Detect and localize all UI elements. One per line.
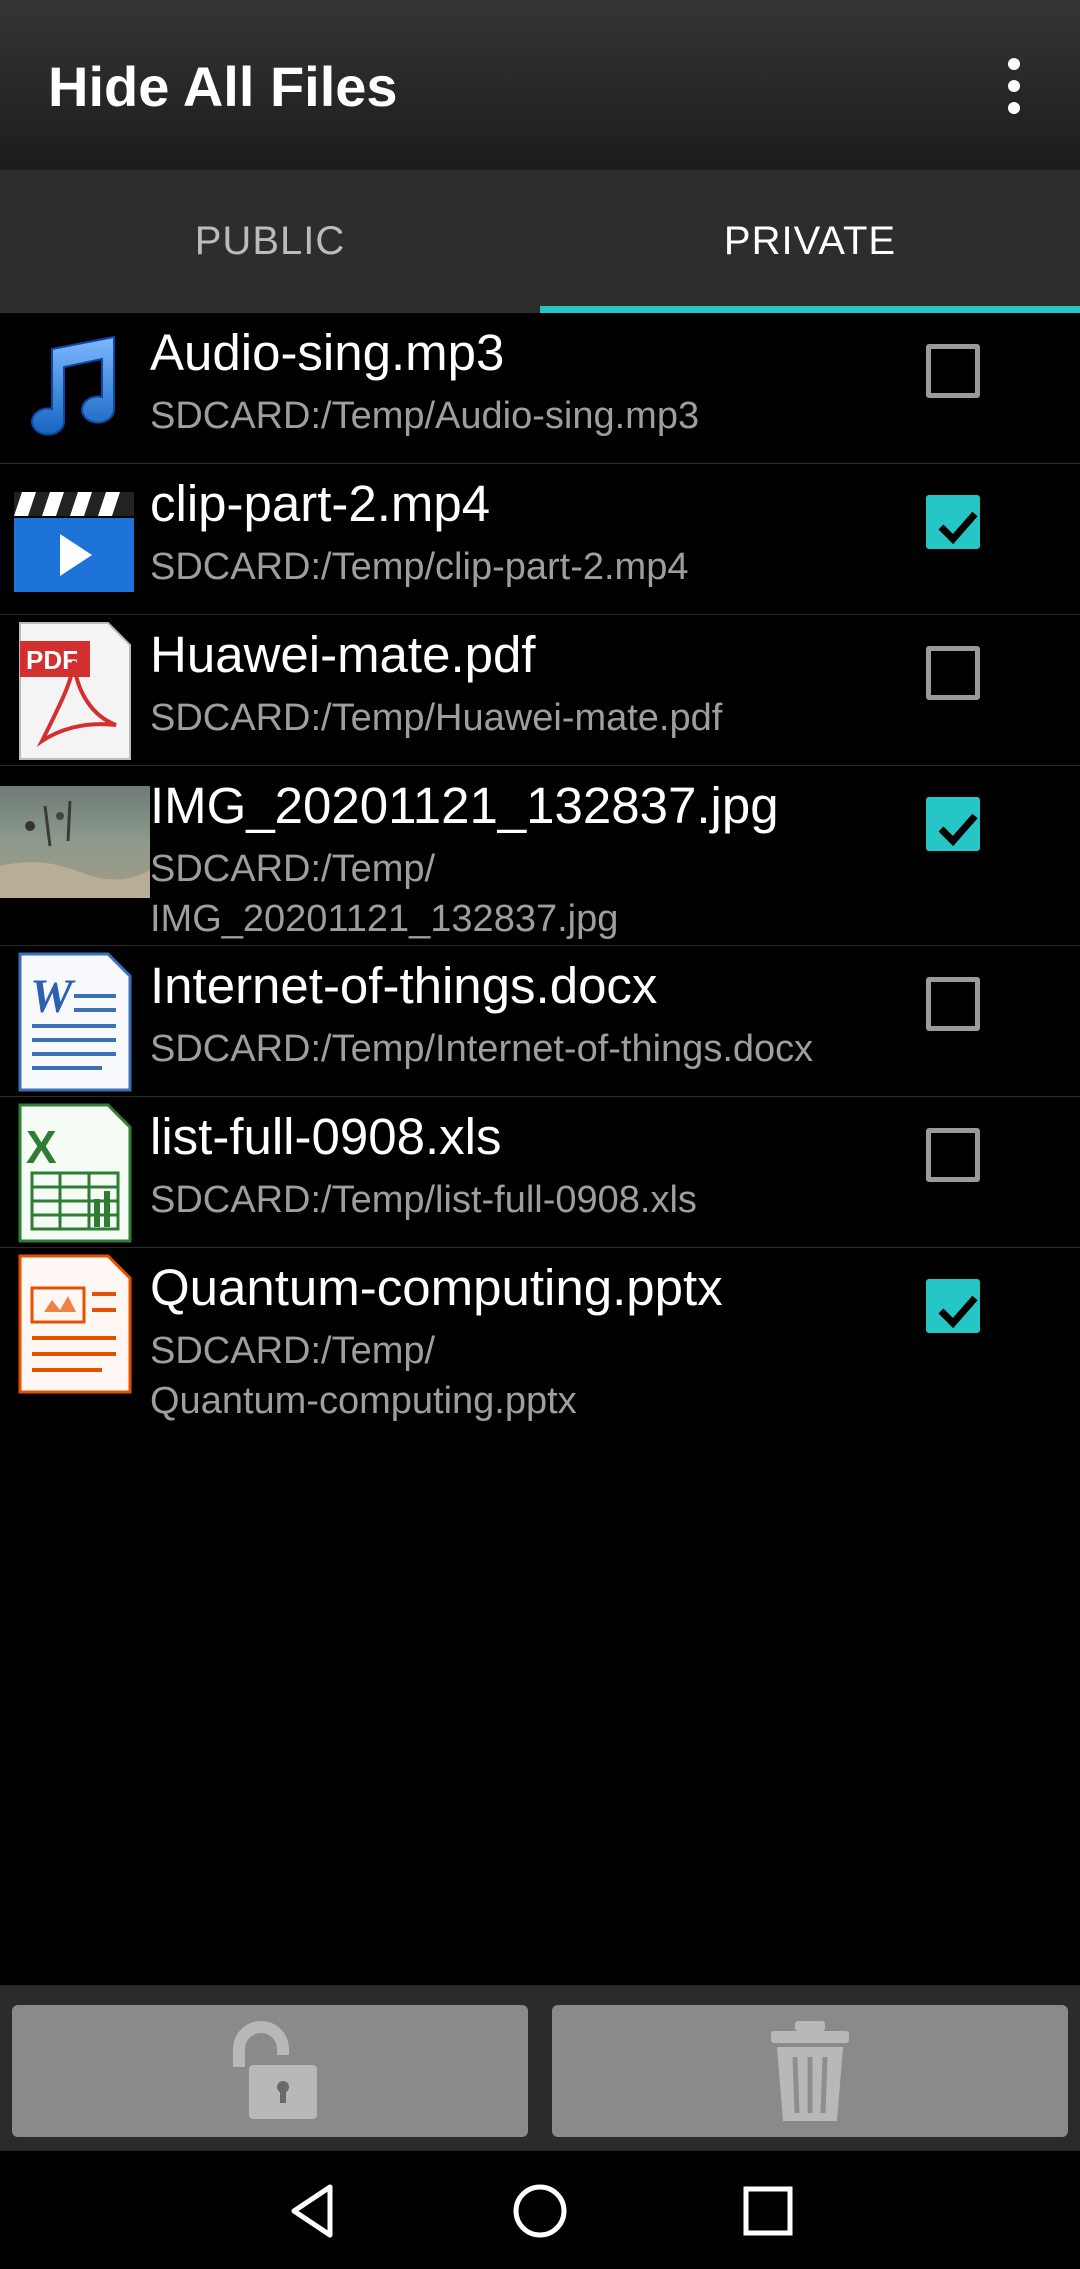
file-path: SDCARD:/Temp/Internet-of-things.docx <box>150 1028 814 1070</box>
file-name: Quantum-computing.pptx <box>150 1259 723 1316</box>
file-name: Internet-of-things.docx <box>150 957 658 1014</box>
file-path: SDCARD:/Temp/Huawei-mate.pdf <box>150 697 723 739</box>
file-list: Audio-sing.mp3 SDCARD:/Temp/Audio-sing.m… <box>0 313 1080 1428</box>
file-row[interactable]: Audio-sing.mp3 SDCARD:/Temp/Audio-sing.m… <box>0 313 1080 464</box>
pdf-file-icon: PDF <box>12 621 136 760</box>
file-name: Audio-sing.mp3 <box>150 324 505 381</box>
file-name: list-full-0908.xls <box>150 1108 502 1165</box>
file-name: Huawei-mate.pdf <box>150 626 536 683</box>
tab-bar: PUBLIC PRIVATE <box>0 170 1080 313</box>
image-thumbnail <box>0 786 150 898</box>
svg-text:X: X <box>26 1121 57 1173</box>
app-title: Hide All Files <box>48 55 398 118</box>
home-icon[interactable] <box>510 2181 570 2241</box>
delete-button[interactable] <box>552 2005 1068 2137</box>
powerpoint-icon <box>12 1254 136 1394</box>
file-path: SDCARD:/Temp/Audio-sing.mp3 <box>150 395 700 437</box>
unhide-button[interactable] <box>12 2005 528 2137</box>
unlock-icon <box>233 2021 317 2119</box>
file-checkbox[interactable] <box>926 495 980 549</box>
file-checkbox[interactable] <box>926 1128 980 1182</box>
music-note-icon <box>12 327 136 451</box>
file-name: clip-part-2.mp4 <box>150 475 491 532</box>
svg-text:W: W <box>30 970 76 1023</box>
file-row[interactable]: PDF Huawei-mate.pdf SDCARD:/Temp/Huawei-… <box>0 615 1080 766</box>
svg-text:PDF: PDF <box>26 645 78 675</box>
system-nav-bar <box>0 2151 1080 2269</box>
file-checkbox[interactable] <box>926 977 980 1031</box>
file-row[interactable]: W Internet-of-things.docx SDCARD:/Temp/I… <box>0 946 1080 1097</box>
file-row[interactable]: Quantum-computing.pptx SDCARD:/Temp/ Qua… <box>0 1248 1080 1428</box>
app-bar: Hide All Files <box>0 0 1080 170</box>
file-checkbox[interactable] <box>926 344 980 398</box>
tab-private[interactable]: PRIVATE <box>540 170 1080 313</box>
file-path: SDCARD:/Temp/list-full-0908.xls <box>150 1179 697 1221</box>
file-checkbox[interactable] <box>926 646 980 700</box>
word-doc-icon: W <box>12 952 136 1092</box>
file-path: SDCARD:/Temp/clip-part-2.mp4 <box>150 546 689 588</box>
file-row[interactable]: IMG_20201121_132837.jpg SDCARD:/Temp/ IM… <box>0 766 1080 946</box>
file-path: SDCARD:/Temp/ Quantum-computing.pptx <box>150 1330 577 1422</box>
file-checkbox[interactable] <box>926 797 980 851</box>
file-row[interactable]: X list-full-0908.xls SDCARD:/Temp/list-f… <box>0 1097 1080 1248</box>
action-bar <box>0 1985 1080 2151</box>
file-row[interactable]: clip-part-2.mp4 SDCARD:/Temp/clip-part-2… <box>0 464 1080 615</box>
excel-sheet-icon: X <box>12 1103 136 1243</box>
file-name: IMG_20201121_132837.jpg <box>150 777 779 834</box>
file-path: SDCARD:/Temp/ IMG_20201121_132837.jpg <box>150 848 619 940</box>
overflow-menu-icon[interactable] <box>990 58 1038 114</box>
tab-public[interactable]: PUBLIC <box>0 170 540 313</box>
recents-icon[interactable] <box>738 2181 798 2241</box>
trash-icon <box>771 2021 849 2121</box>
back-icon[interactable] <box>282 2181 342 2241</box>
file-checkbox[interactable] <box>926 1279 980 1333</box>
video-clapper-icon <box>12 478 136 602</box>
